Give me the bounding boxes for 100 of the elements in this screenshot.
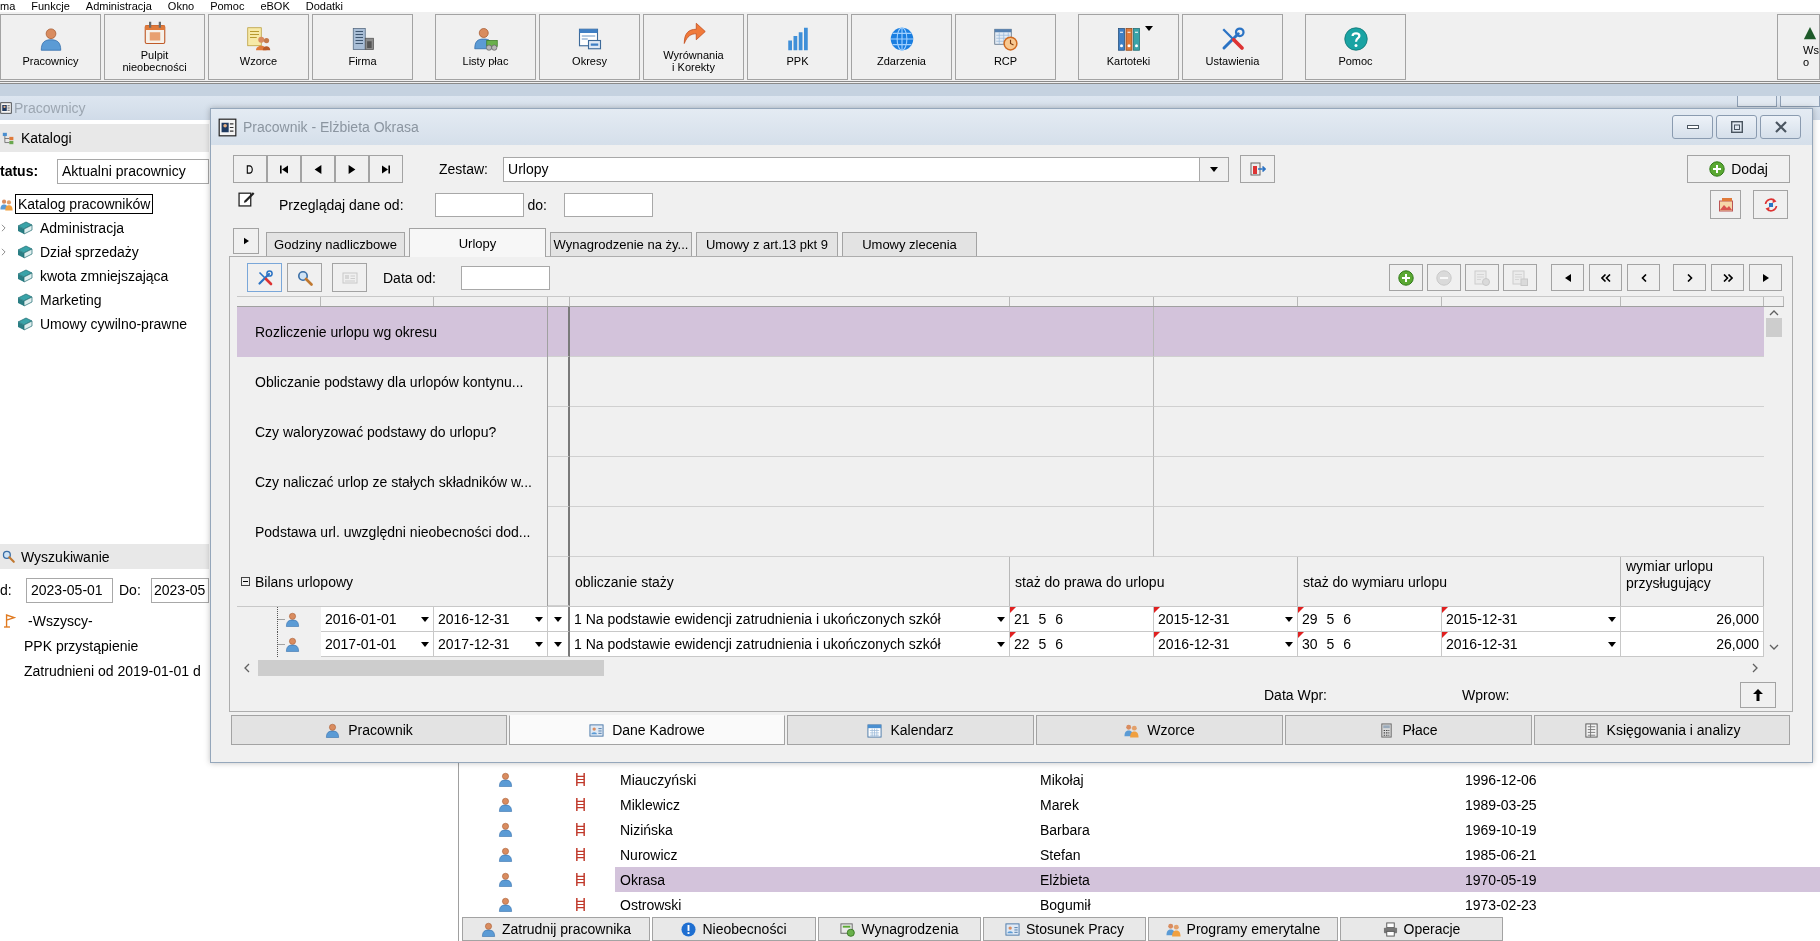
scroll-up-button[interactable] [1740, 682, 1776, 708]
date-dropdown[interactable]: 2015-12-31 [1442, 607, 1621, 632]
action-button[interactable]: Wynagrodzenia [818, 917, 981, 941]
tree-item[interactable]: Katalog pracowników [15, 194, 154, 214]
tab[interactable]: Kalendarz [787, 715, 1034, 745]
toolbar-button[interactable]: Pracownicy [0, 14, 101, 80]
toolbar-button[interactable]: PPK [747, 14, 848, 80]
toolbar-button[interactable]: Pulpit nieobecności [104, 14, 205, 80]
action-button[interactable]: Operacje [1340, 917, 1503, 941]
employee-row[interactable]: Nizińska Barbara 1969-10-19 [615, 817, 1820, 842]
group-label[interactable]: Bilans urlopowy [255, 573, 354, 590]
caret-down-icon [997, 641, 1005, 647]
employee-row[interactable]: Miklewicz Marek 1989-03-25 [615, 792, 1820, 817]
date-field[interactable] [434, 192, 524, 217]
toolbar-button[interactable]: Kartoteki [1078, 14, 1179, 80]
settings-row[interactable]: Rozliczenie urlopu wg okresu [237, 307, 1764, 357]
menu-item[interactable]: ma [0, 0, 16, 12]
menu-item[interactable]: Okno [167, 0, 195, 12]
action-button[interactable]: Stosunek Pracy [983, 917, 1146, 941]
dropdown-button[interactable] [548, 632, 570, 657]
filter-item[interactable]: Zatrudnieni od 2019-01-01 d [24, 662, 201, 679]
tab[interactable]: Urlopy [409, 228, 546, 257]
date-dropdown[interactable]: 2016-12-31 [1442, 632, 1621, 657]
toolbar-button[interactable]: Pomoc [1305, 14, 1406, 80]
nav-button[interactable] [335, 155, 369, 183]
employee-row[interactable]: Okrasa Elżbieta 1970-05-19 [615, 867, 1820, 892]
nav-button[interactable] [1551, 264, 1584, 291]
set-field[interactable]: Urlopy [503, 156, 1200, 182]
close-button[interactable] [1760, 115, 1801, 139]
tab[interactable]: Pracownik [231, 715, 507, 745]
search-button[interactable] [287, 263, 322, 292]
dropdown-button[interactable] [548, 607, 570, 632]
refresh-button[interactable] [1753, 190, 1788, 219]
nav-button[interactable] [233, 155, 267, 183]
toolbar-button[interactable]: Firma [312, 14, 413, 80]
employee-row[interactable]: Ostrowski Bogumił 1973-02-23 [615, 892, 1820, 917]
method-dropdown[interactable]: 1 Na podstawie ewidencji zatrudnienia i ukończonych szkół [570, 607, 1010, 632]
nav-button[interactable] [369, 155, 403, 183]
tree-item[interactable]: Umowy cywilno-prawne [40, 316, 188, 332]
toolbar-button[interactable]: Wyrównania i Korekty [643, 14, 744, 80]
toolbar-button[interactable]: Ws o [1777, 14, 1820, 80]
menu-item[interactable]: eBOK [260, 0, 290, 12]
tab[interactable]: Księgowania i analizy [1534, 715, 1790, 745]
action-button[interactable]: Programy emerytalne [1148, 917, 1338, 941]
tab[interactable]: Umowy zlecenia [842, 232, 977, 256]
nav-button[interactable] [301, 155, 335, 183]
action-button[interactable]: Nieobecności [652, 917, 816, 941]
add-row-button[interactable] [1389, 264, 1423, 291]
status-field[interactable]: Aktualni pracownicy [57, 158, 209, 184]
tree-item[interactable]: kwota zmniejszająca [40, 268, 169, 284]
date-field[interactable]: 2023-05 [151, 577, 209, 603]
date-dropdown[interactable]: 2017-12-31 [434, 632, 548, 657]
tab[interactable]: Godziny nadliczbowe [266, 232, 405, 256]
nav-button[interactable] [1711, 264, 1744, 291]
date-field[interactable]: 2023-05-01 [26, 577, 113, 603]
picture-button[interactable] [1710, 190, 1741, 219]
nav-button[interactable] [1589, 264, 1622, 291]
date-dropdown[interactable]: 2017-01-01 [321, 632, 434, 657]
minimize-button[interactable] [1672, 115, 1713, 139]
action-button[interactable]: Zatrudnij pracownika [462, 917, 650, 941]
maximize-button[interactable] [1716, 115, 1757, 139]
date-dropdown[interactable]: 2015-12-31 [1154, 607, 1298, 632]
menu-item[interactable]: Dodatki [305, 0, 344, 12]
toolbar-button[interactable]: Ustawienia [1182, 14, 1283, 80]
date-dropdown[interactable]: 2016-12-31 [434, 607, 548, 632]
toolbar-button[interactable]: Okresy [539, 14, 640, 80]
tree-item[interactable]: Marketing [40, 292, 102, 308]
tab[interactable]: Płace [1285, 715, 1532, 745]
employee-row[interactable]: Nurowicz Stefan 1985-06-21 [615, 842, 1820, 867]
filter-item[interactable]: PPK przystąpienie [24, 637, 139, 654]
method-dropdown[interactable]: 1 Na podstawie ewidencji zatrudnienia i ukończonych szkół [570, 632, 1010, 657]
date-field[interactable] [460, 265, 550, 290]
date-dropdown[interactable]: 2016-01-01 [321, 607, 434, 632]
toolbar-button[interactable]: Listy płac [435, 14, 536, 80]
window-button[interactable] [1737, 96, 1777, 107]
menu-item[interactable]: Administracja [85, 0, 152, 12]
filter-item[interactable]: -Wszyscy- [28, 612, 93, 629]
dropdown-button[interactable] [1200, 156, 1229, 182]
settings-button[interactable] [247, 263, 282, 292]
tab[interactable]: Dane Kadrowe [509, 715, 785, 745]
tab[interactable]: Umowy z art.13 pkt 9 [696, 232, 838, 256]
toolbar-button[interactable]: Wzorce [208, 14, 309, 80]
date-field[interactable] [564, 192, 653, 217]
tree-item[interactable]: Administracja [40, 220, 125, 236]
tab-scroll-button[interactable] [233, 228, 259, 254]
menu-item[interactable]: Funkcje [31, 0, 70, 12]
tab[interactable]: Wzorce [1036, 715, 1283, 745]
tools-icon [1220, 27, 1245, 51]
export-button[interactable] [1240, 155, 1275, 183]
tree-item[interactable]: Dział sprzedaży [40, 244, 139, 260]
employee-row[interactable]: Miauczyński Mikołaj 1996-12-06 [615, 767, 1820, 792]
date-dropdown[interactable]: 2016-12-31 [1154, 632, 1298, 657]
menu-item[interactable]: Pomoc [210, 0, 245, 12]
toolbar-button[interactable]: Zdarzenia [851, 14, 952, 80]
add-button[interactable]: Dodaj [1687, 155, 1790, 183]
nav-button[interactable] [267, 155, 301, 183]
nav-button[interactable] [1749, 264, 1782, 291]
window-button[interactable] [1780, 96, 1820, 107]
toolbar-button[interactable]: RCP [955, 14, 1056, 80]
tab[interactable]: Wynagrodzenie na ży... [550, 232, 692, 256]
